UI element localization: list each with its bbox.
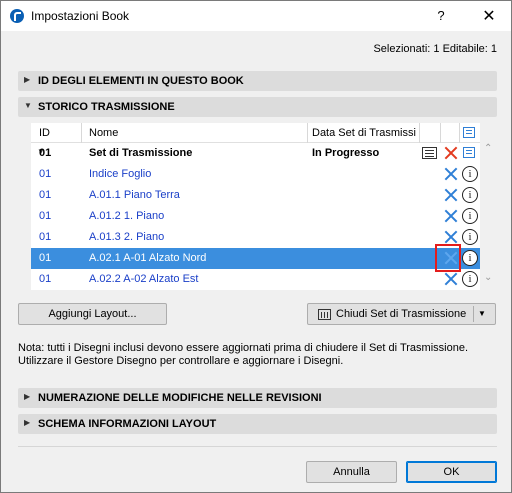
- remove-icon[interactable]: [443, 271, 459, 287]
- help-button[interactable]: ?: [433, 8, 449, 23]
- window-title: Impostazioni Book: [31, 9, 130, 23]
- header-divider[interactable]: [459, 123, 460, 143]
- header-date[interactable]: Data Set di Trasmissi: [312, 127, 418, 139]
- transmittal-icon: [318, 309, 331, 320]
- expand-icon: ▶: [24, 75, 31, 84]
- close-transmission-set-label: Chiudi Set di Trasmissione: [336, 308, 467, 320]
- row-id: 01: [39, 189, 52, 201]
- app-icon: [10, 9, 24, 23]
- expand-icon: ▶: [24, 418, 31, 427]
- header-id[interactable]: ID: [39, 127, 50, 139]
- dropdown-arrow-icon[interactable]: ▼: [478, 304, 486, 324]
- book-settings-dialog: Impostazioni Book ? ✕ Selezionati: 1 Edi…: [0, 0, 512, 493]
- row-name: Indice Foglio: [89, 168, 152, 180]
- info-icon[interactable]: i: [462, 166, 478, 182]
- remove-icon[interactable]: [443, 187, 459, 203]
- title-bar: Impostazioni Book ? ✕: [1, 1, 511, 31]
- section-numbering-label: NUMERAZIONE DELLE MODIFICHE NELLE REVISI…: [38, 392, 322, 404]
- note-text: Nota: tutti i Disegni inclusi devono ess…: [18, 342, 468, 367]
- list-icon[interactable]: [463, 147, 475, 158]
- remove-icon[interactable]: [443, 229, 459, 245]
- info-icon[interactable]: i: [462, 208, 478, 224]
- delete-icon[interactable]: [443, 145, 459, 161]
- section-ids-label: ID DEGLI ELEMENTI IN QUESTO BOOK: [38, 75, 244, 87]
- section-ids[interactable]: ▶ ID DEGLI ELEMENTI IN QUESTO BOOK: [18, 71, 497, 91]
- table-row-selected[interactable]: 01 A.02.1 A-01 Alzato Nord i: [31, 248, 480, 269]
- close-button[interactable]: ✕: [479, 6, 499, 26]
- footer-divider: [18, 446, 497, 447]
- expand-icon: ▶: [24, 392, 31, 401]
- section-numbering[interactable]: ▶ NUMERAZIONE DELLE MODIFICHE NELLE REVI…: [18, 388, 497, 408]
- scroll-up-icon[interactable]: ⌃: [484, 143, 492, 154]
- table-row-group[interactable]: ▼ 01 Set di Trasmissione In Progresso: [31, 143, 480, 164]
- header-name[interactable]: Nome: [89, 127, 118, 139]
- transmittal-document-icon[interactable]: [422, 147, 437, 159]
- remove-icon[interactable]: [443, 208, 459, 224]
- header-divider[interactable]: [419, 123, 420, 143]
- info-icon[interactable]: i: [462, 250, 478, 266]
- table-header: ID Nome Data Set di Trasmissi: [31, 123, 480, 143]
- collapse-icon: ▼: [24, 101, 32, 110]
- transmission-table: ID Nome Data Set di Trasmissi ▼ 01 Set d…: [31, 123, 480, 290]
- row-name: A.02.2 A-02 Alzato Est: [89, 273, 199, 285]
- row-id: 01: [39, 231, 52, 243]
- section-history[interactable]: ▼ STORICO TRASMISSIONE: [18, 97, 497, 117]
- info-icon[interactable]: i: [462, 187, 478, 203]
- highlight-annotation: [435, 244, 461, 272]
- close-transmission-set-button[interactable]: Chiudi Set di Trasmissione ▼: [307, 303, 496, 325]
- row-name: A.01.1 Piano Terra: [89, 189, 180, 201]
- list-icon[interactable]: [463, 127, 475, 138]
- info-icon[interactable]: i: [462, 229, 478, 245]
- row-id: 01: [39, 210, 52, 222]
- section-layout-schema-label: SCHEMA INFORMAZIONI LAYOUT: [38, 418, 217, 430]
- info-icon[interactable]: i: [462, 271, 478, 287]
- row-name: Set di Trasmissione: [89, 147, 193, 159]
- row-id: 01: [39, 147, 52, 159]
- table-scrollbar[interactable]: ⌃ ⌄: [482, 143, 496, 289]
- row-name: A.01.2 1. Piano: [89, 210, 165, 222]
- section-history-label: STORICO TRASMISSIONE: [38, 101, 175, 113]
- header-divider[interactable]: [440, 123, 441, 143]
- row-name: A.02.1 A-01 Alzato Nord: [89, 252, 207, 264]
- header-divider[interactable]: [307, 123, 308, 143]
- header-divider[interactable]: [81, 123, 82, 143]
- split-divider: [473, 306, 474, 322]
- table-row[interactable]: 01 Indice Foglio i: [31, 164, 480, 185]
- add-layout-button[interactable]: Aggiungi Layout...: [18, 303, 167, 325]
- ok-button[interactable]: OK: [406, 461, 497, 483]
- table-row[interactable]: 01 A.01.1 Piano Terra i: [31, 185, 480, 206]
- table-row[interactable]: 01 A.01.3 2. Piano i: [31, 227, 480, 248]
- row-name: A.01.3 2. Piano: [89, 231, 165, 243]
- selection-info: Selezionati: 1 Editabile: 1: [373, 43, 497, 55]
- section-layout-schema[interactable]: ▶ SCHEMA INFORMAZIONI LAYOUT: [18, 414, 497, 434]
- cancel-button[interactable]: Annulla: [306, 461, 397, 483]
- table-row[interactable]: 01 A.01.2 1. Piano i: [31, 206, 480, 227]
- remove-icon[interactable]: [443, 166, 459, 182]
- table-row[interactable]: 01 A.02.2 A-02 Alzato Est i: [31, 269, 480, 290]
- row-id: 01: [39, 252, 52, 264]
- row-id: 01: [39, 273, 52, 285]
- row-status: In Progresso: [312, 147, 380, 159]
- scroll-down-icon[interactable]: ⌄: [484, 272, 492, 283]
- row-id: 01: [39, 168, 52, 180]
